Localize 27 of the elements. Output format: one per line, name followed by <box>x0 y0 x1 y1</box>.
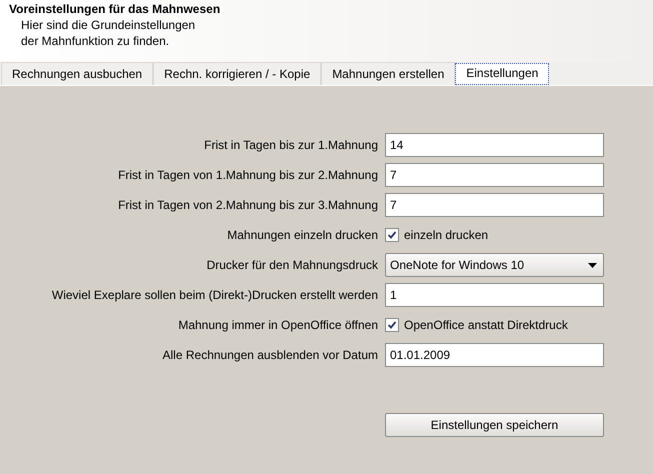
input-field[interactable]: 1 <box>385 283 604 307</box>
input-field[interactable]: 14 <box>385 133 604 157</box>
field-label: Frist in Tagen von 2.Mahnung bis zur 3.Mahnung <box>117 198 378 212</box>
field-label: Frist in Tagen bis zur 1.Mahnung <box>203 138 378 152</box>
checkbox[interactable] <box>385 228 399 242</box>
checkbox-label: einzeln drucken <box>404 228 488 242</box>
field-label: Wieviel Exeplare sollen beim (Direkt-)Drucken erstellt werden <box>50 288 378 302</box>
field-label: Alle Rechnungen ausblenden vor Datum <box>162 348 378 362</box>
checkbox[interactable] <box>385 318 399 332</box>
tab[interactable]: Rechnungen ausbuchen <box>1 62 154 85</box>
field-label: Mahnungen einzeln drucken <box>226 228 378 242</box>
checkbox-label: OpenOffice anstatt Direktdruck <box>404 318 568 332</box>
field-label: Frist in Tagen von 1.Mahnung bis zur 2.Mahnung <box>117 168 378 182</box>
printer-dropdown[interactable]: OneNote for Windows 10 <box>385 253 604 277</box>
caret-icon <box>588 262 597 268</box>
description-text: Hier sind die Grundeinstellungen <box>21 17 196 33</box>
tab[interactable]: Mahnungen erstellen <box>321 62 456 85</box>
field-label: Mahnung immer in OpenOffice öffnen <box>177 318 378 332</box>
field-label: Drucker für den Mahnungsdruck <box>206 258 378 272</box>
tab[interactable]: Rechn. korrigieren / - Kopie <box>153 62 322 85</box>
input-field[interactable]: 7 <box>385 163 604 187</box>
description-text: der Mahnfunktion zu finden. <box>21 33 170 49</box>
header-title: Voreinstellungen für das Mahnwesen <box>9 2 222 17</box>
tab[interactable]: Einstellungen <box>455 63 550 85</box>
input-field[interactable]: 01.01.2009 <box>385 343 604 367</box>
input-field[interactable]: 7 <box>385 193 604 217</box>
save-settings-button[interactable]: Einstellungen speichern <box>385 413 604 437</box>
